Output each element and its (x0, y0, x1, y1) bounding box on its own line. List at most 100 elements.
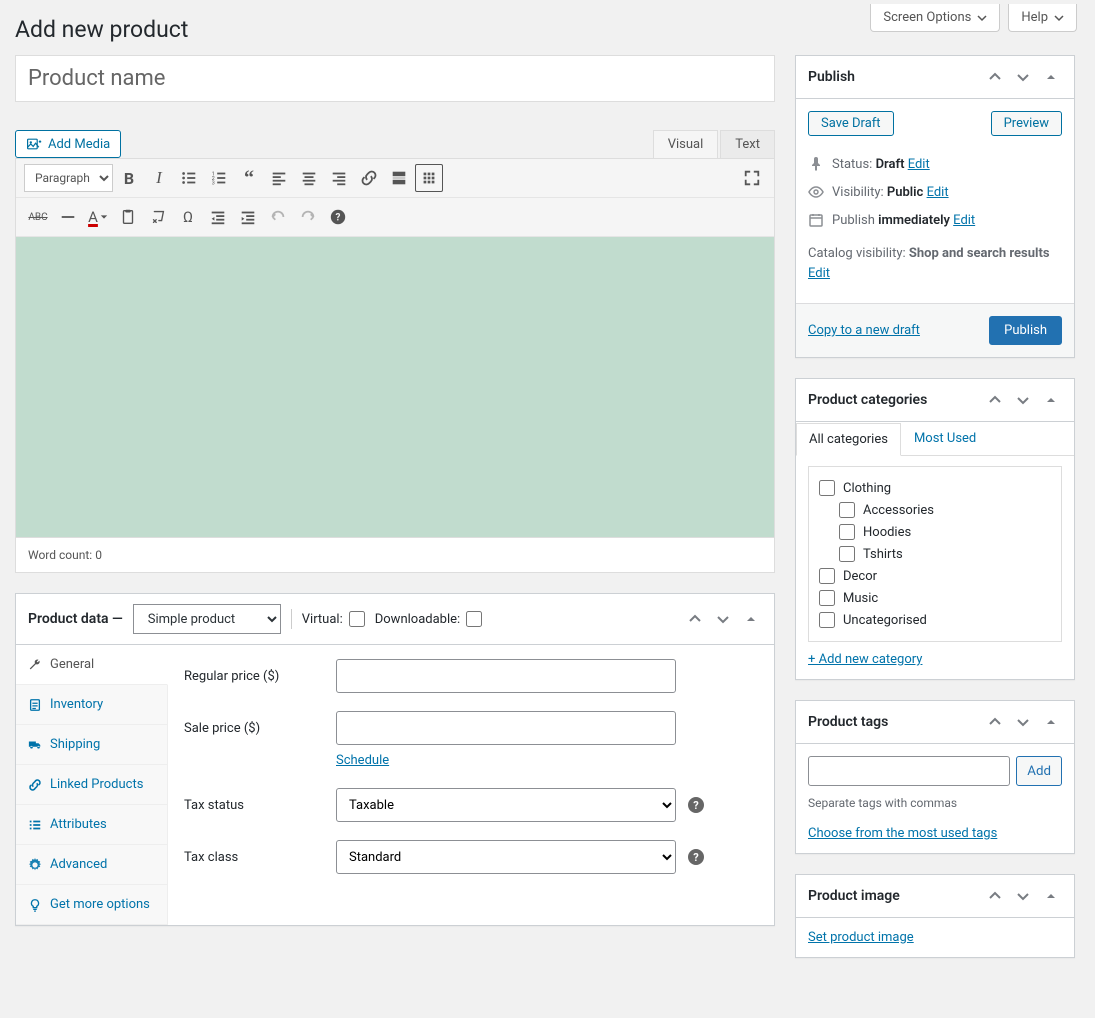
fullscreen-button[interactable] (738, 164, 766, 192)
special-char-button[interactable]: Ω (174, 203, 202, 231)
category-item[interactable]: Uncategorised (819, 609, 1051, 631)
add-category-link[interactable]: + Add new category (808, 652, 922, 667)
undo-button[interactable] (264, 203, 292, 231)
truck-icon (28, 738, 42, 752)
all-categories-tab[interactable]: All categories (796, 423, 901, 456)
tab-more[interactable]: Get more options (16, 885, 167, 925)
category-item[interactable]: Clothing (819, 477, 1051, 499)
regular-price-input[interactable] (336, 659, 676, 693)
tax-status-select[interactable]: Taxable (336, 788, 676, 822)
publish-box-title: Publish (808, 69, 855, 85)
image-box-title: Product image (808, 888, 900, 904)
edit-visibility-link[interactable]: Edit (927, 185, 949, 200)
number-list-button[interactable]: 123 (205, 164, 233, 192)
toggle-panel-button[interactable] (740, 608, 762, 630)
tags-box-title: Product tags (808, 714, 888, 730)
visual-tab[interactable]: Visual (653, 130, 719, 158)
text-color-button[interactable]: A (84, 203, 112, 231)
move-down-button[interactable] (1012, 66, 1034, 88)
tab-linked[interactable]: Linked Products (16, 765, 167, 805)
strikethrough-button[interactable]: ABC (24, 203, 52, 231)
move-up-button[interactable] (984, 66, 1006, 88)
wrench-icon (28, 658, 42, 672)
paragraph-select[interactable]: Paragraph (24, 164, 113, 192)
quote-button[interactable]: “ (235, 164, 263, 192)
chevron-down-icon (977, 13, 987, 23)
text-tab[interactable]: Text (720, 130, 775, 158)
toggle-panel-button[interactable] (1040, 885, 1062, 907)
align-left-button[interactable] (265, 164, 293, 192)
help-icon[interactable]: ? (688, 797, 704, 813)
hr-button[interactable] (54, 203, 82, 231)
help-button[interactable]: Help (1008, 4, 1077, 32)
publish-date-line: Publish immediately Edit (808, 206, 1062, 234)
move-up-button[interactable] (684, 608, 706, 630)
category-item[interactable]: Hoodies (839, 521, 1051, 543)
redo-button[interactable] (294, 203, 322, 231)
category-item[interactable]: Decor (819, 565, 1051, 587)
category-item[interactable]: Accessories (839, 499, 1051, 521)
lightbulb-icon (28, 898, 42, 912)
read-more-button[interactable] (385, 164, 413, 192)
choose-tags-link[interactable]: Choose from the most used tags (808, 826, 997, 841)
help-icon-button[interactable]: ? (324, 203, 352, 231)
category-item[interactable]: Music (819, 587, 1051, 609)
set-image-link[interactable]: Set product image (808, 930, 914, 945)
product-data-title: Product data — (28, 611, 123, 627)
move-down-button[interactable] (1012, 885, 1034, 907)
bold-button[interactable]: B (115, 164, 143, 192)
outdent-button[interactable] (204, 203, 232, 231)
toggle-panel-button[interactable] (1040, 711, 1062, 733)
toggle-panel-button[interactable] (1040, 389, 1062, 411)
toggle-panel-button[interactable] (1040, 66, 1062, 88)
screen-options-button[interactable]: Screen Options (870, 4, 1000, 32)
link-button[interactable] (355, 164, 383, 192)
tab-advanced[interactable]: Advanced (16, 845, 167, 885)
add-media-button[interactable]: Add Media (15, 130, 121, 158)
tab-general[interactable]: General (16, 645, 168, 685)
move-down-button[interactable] (1012, 711, 1034, 733)
downloadable-checkbox[interactable]: Downloadable: (375, 611, 482, 627)
align-center-button[interactable] (295, 164, 323, 192)
move-up-button[interactable] (984, 885, 1006, 907)
product-type-select[interactable]: Simple product (133, 604, 281, 634)
help-icon[interactable]: ? (688, 849, 704, 865)
tab-attributes[interactable]: Attributes (16, 805, 167, 845)
move-down-button[interactable] (712, 608, 734, 630)
sale-price-input[interactable] (336, 711, 676, 745)
publish-button[interactable]: Publish (989, 316, 1062, 345)
tab-inventory[interactable]: Inventory (16, 685, 167, 725)
paste-text-button[interactable] (114, 203, 142, 231)
virtual-checkbox[interactable]: Virtual: (302, 611, 365, 627)
edit-status-link[interactable]: Edit (908, 157, 930, 172)
tax-class-select[interactable]: Standard (336, 840, 676, 874)
copy-draft-link[interactable]: Copy to a new draft (808, 323, 920, 338)
clear-format-button[interactable] (144, 203, 172, 231)
add-tag-button[interactable]: Add (1016, 756, 1062, 786)
move-down-button[interactable] (1012, 389, 1034, 411)
tab-shipping[interactable]: Shipping (16, 725, 167, 765)
content-editor[interactable] (16, 237, 774, 537)
edit-catalog-link[interactable]: Edit (808, 266, 830, 281)
toolbar-toggle-button[interactable] (415, 164, 443, 192)
preview-button[interactable]: Preview (991, 111, 1062, 136)
bullet-list-button[interactable] (175, 164, 203, 192)
pin-icon (808, 156, 824, 172)
italic-button[interactable]: I (145, 164, 173, 192)
save-draft-button[interactable]: Save Draft (808, 111, 894, 136)
svg-text:3: 3 (212, 180, 215, 186)
move-up-button[interactable] (984, 711, 1006, 733)
category-item[interactable]: Tshirts (839, 543, 1051, 565)
edit-date-link[interactable]: Edit (953, 213, 975, 228)
tags-help-text: Separate tags with commas (808, 796, 1062, 810)
move-up-button[interactable] (984, 389, 1006, 411)
most-used-tab[interactable]: Most Used (901, 422, 989, 455)
schedule-link[interactable]: Schedule (336, 753, 389, 768)
categories-box-title: Product categories (808, 392, 927, 408)
visibility-line: Visibility: Public Edit (808, 178, 1062, 206)
indent-button[interactable] (234, 203, 262, 231)
link-icon (28, 778, 42, 792)
product-name-input[interactable] (15, 55, 775, 102)
tags-input[interactable] (808, 756, 1010, 786)
align-right-button[interactable] (325, 164, 353, 192)
